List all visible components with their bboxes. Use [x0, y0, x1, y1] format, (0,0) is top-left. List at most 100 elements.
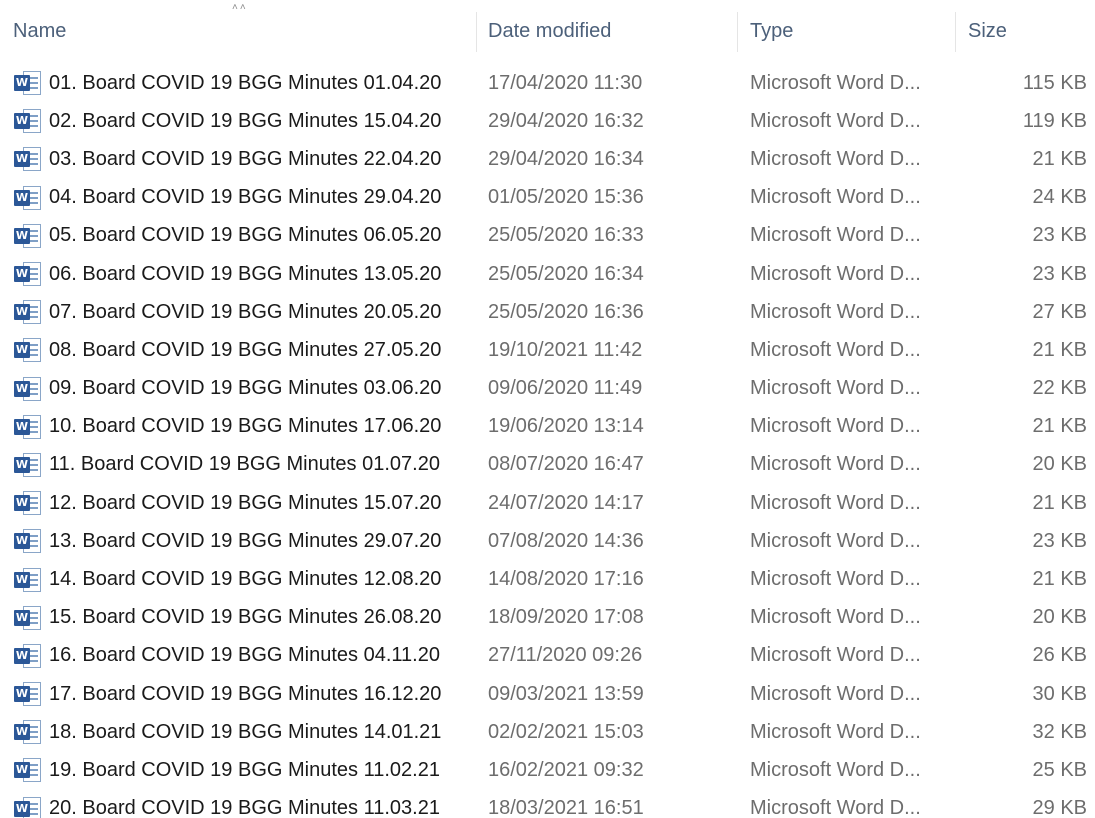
- column-header-size[interactable]: Size: [955, 0, 1095, 62]
- file-size: 115 KB: [1022, 71, 1087, 94]
- file-name-cell[interactable]: W 01. Board COVID 19 BGG Minutes 01.04.20: [13, 64, 473, 102]
- file-type: Microsoft Word D...: [750, 758, 921, 781]
- file-row[interactable]: W 13. Board COVID 19 BGG Minutes 29.07.20…: [0, 522, 1095, 560]
- file-type: Microsoft Word D...: [750, 491, 921, 514]
- file-type: Microsoft Word D...: [750, 568, 921, 591]
- word-document-icon: W: [13, 222, 43, 250]
- file-type: Microsoft Word D...: [750, 147, 921, 170]
- word-document-icon: W: [13, 566, 43, 594]
- word-document-icon: W: [13, 107, 43, 135]
- file-date-modified: 19/10/2021 11:42: [488, 338, 643, 361]
- file-date-modified: 24/07/2020 14:17: [488, 491, 644, 514]
- file-row[interactable]: W 11. Board COVID 19 BGG Minutes 01.07.20…: [0, 446, 1095, 484]
- file-row[interactable]: W 12. Board COVID 19 BGG Minutes 15.07.20…: [0, 484, 1095, 522]
- file-name-cell[interactable]: W 18. Board COVID 19 BGG Minutes 14.01.21: [13, 713, 473, 751]
- file-row[interactable]: W 17. Board COVID 19 BGG Minutes 16.12.20…: [0, 675, 1095, 713]
- file-name-cell[interactable]: W 17. Board COVID 19 BGG Minutes 16.12.20: [13, 675, 473, 713]
- file-date-modified: 17/04/2020 11:30: [488, 71, 643, 94]
- word-document-icon: W: [13, 718, 43, 746]
- file-row[interactable]: W 08. Board COVID 19 BGG Minutes 27.05.20…: [0, 331, 1095, 369]
- file-name-cell[interactable]: W 11. Board COVID 19 BGG Minutes 01.07.20: [13, 446, 473, 484]
- file-row[interactable]: W 01. Board COVID 19 BGG Minutes 01.04.20…: [0, 64, 1095, 102]
- file-name: 04. Board COVID 19 BGG Minutes 29.04.20: [49, 186, 442, 209]
- file-size: 23 KB: [1032, 262, 1087, 285]
- file-name-cell[interactable]: W 04. Board COVID 19 BGG Minutes 29.04.20: [13, 179, 473, 217]
- file-row[interactable]: W 04. Board COVID 19 BGG Minutes 29.04.20…: [0, 179, 1095, 217]
- file-type: Microsoft Word D...: [750, 453, 921, 476]
- file-name-cell[interactable]: W 10. Board COVID 19 BGG Minutes 17.06.20: [13, 408, 473, 446]
- file-row[interactable]: W 07. Board COVID 19 BGG Minutes 20.05.20…: [0, 293, 1095, 331]
- file-row[interactable]: W 18. Board COVID 19 BGG Minutes 14.01.21…: [0, 713, 1095, 751]
- file-type: Microsoft Word D...: [750, 644, 921, 667]
- file-name: 13. Board COVID 19 BGG Minutes 29.07.20: [49, 529, 442, 552]
- file-row[interactable]: W 15. Board COVID 19 BGG Minutes 26.08.20…: [0, 599, 1095, 637]
- file-name: 15. Board COVID 19 BGG Minutes 26.08.20: [49, 606, 442, 629]
- file-row[interactable]: W 03. Board COVID 19 BGG Minutes 22.04.20…: [0, 140, 1095, 178]
- word-document-icon: W: [13, 375, 43, 403]
- file-row[interactable]: W 16. Board COVID 19 BGG Minutes 04.11.20…: [0, 637, 1095, 675]
- file-row[interactable]: W 14. Board COVID 19 BGG Minutes 12.08.20…: [0, 560, 1095, 598]
- column-header-name[interactable]: Name: [0, 0, 476, 62]
- file-date-modified: 29/04/2020 16:34: [488, 147, 644, 170]
- file-name: 05. Board COVID 19 BGG Minutes 06.05.20: [49, 224, 442, 247]
- file-name-cell[interactable]: W 05. Board COVID 19 BGG Minutes 06.05.20: [13, 217, 473, 255]
- file-size: 24 KB: [1032, 186, 1087, 209]
- file-size: 30 KB: [1032, 682, 1087, 705]
- file-size: 23 KB: [1032, 529, 1087, 552]
- file-size: 21 KB: [1032, 568, 1087, 591]
- file-size: 20 KB: [1032, 606, 1087, 629]
- file-name: 16. Board COVID 19 BGG Minutes 04.11.20: [49, 644, 440, 667]
- file-name-cell[interactable]: W 12. Board COVID 19 BGG Minutes 15.07.20: [13, 484, 473, 522]
- file-name-cell[interactable]: W 20. Board COVID 19 BGG Minutes 11.03.21: [13, 790, 473, 818]
- file-name: 11. Board COVID 19 BGG Minutes 01.07.20: [49, 453, 440, 476]
- file-name: 09. Board COVID 19 BGG Minutes 03.06.20: [49, 377, 442, 400]
- file-size: 21 KB: [1032, 491, 1087, 514]
- file-type: Microsoft Word D...: [750, 529, 921, 552]
- file-name: 01. Board COVID 19 BGG Minutes 01.04.20: [49, 71, 442, 94]
- file-type: Microsoft Word D...: [750, 109, 921, 132]
- file-name-cell[interactable]: W 08. Board COVID 19 BGG Minutes 27.05.20: [13, 331, 473, 369]
- column-header-date-modified[interactable]: Date modified: [476, 0, 737, 62]
- file-type: Microsoft Word D...: [750, 682, 921, 705]
- file-row[interactable]: W 02. Board COVID 19 BGG Minutes 15.04.20…: [0, 102, 1095, 140]
- file-date-modified: 18/03/2021 16:51: [488, 797, 644, 818]
- file-name: 17. Board COVID 19 BGG Minutes 16.12.20: [49, 682, 442, 705]
- file-row[interactable]: W 19. Board COVID 19 BGG Minutes 11.02.21…: [0, 751, 1095, 789]
- file-size: 26 KB: [1032, 644, 1087, 667]
- file-date-modified: 02/02/2021 15:03: [488, 720, 644, 743]
- file-size: 27 KB: [1032, 300, 1087, 323]
- file-size: 32 KB: [1032, 720, 1087, 743]
- file-name-cell[interactable]: W 15. Board COVID 19 BGG Minutes 26.08.20: [13, 599, 473, 637]
- file-name-cell[interactable]: W 19. Board COVID 19 BGG Minutes 11.02.21: [13, 751, 473, 789]
- file-name-cell[interactable]: W 13. Board COVID 19 BGG Minutes 29.07.20: [13, 522, 473, 560]
- file-row[interactable]: W 09. Board COVID 19 BGG Minutes 03.06.20…: [0, 370, 1095, 408]
- file-name: 18. Board COVID 19 BGG Minutes 14.01.21: [49, 720, 442, 743]
- word-document-icon: W: [13, 336, 43, 364]
- column-header-type[interactable]: Type: [737, 0, 955, 62]
- word-document-icon: W: [13, 642, 43, 670]
- file-type: Microsoft Word D...: [750, 262, 921, 285]
- file-name-cell[interactable]: W 14. Board COVID 19 BGG Minutes 12.08.20: [13, 560, 473, 598]
- file-date-modified: 14/08/2020 17:16: [488, 568, 644, 591]
- file-type: Microsoft Word D...: [750, 338, 921, 361]
- file-type: Microsoft Word D...: [750, 720, 921, 743]
- file-date-modified: 25/05/2020 16:34: [488, 262, 644, 285]
- file-size: 23 KB: [1032, 224, 1087, 247]
- word-document-icon: W: [13, 260, 43, 288]
- file-name-cell[interactable]: W 07. Board COVID 19 BGG Minutes 20.05.20: [13, 293, 473, 331]
- file-row[interactable]: W 06. Board COVID 19 BGG Minutes 13.05.20…: [0, 255, 1095, 293]
- file-row[interactable]: W 10. Board COVID 19 BGG Minutes 17.06.20…: [0, 408, 1095, 446]
- file-size: 21 KB: [1032, 338, 1087, 361]
- file-name-cell[interactable]: W 02. Board COVID 19 BGG Minutes 15.04.20: [13, 102, 473, 140]
- file-size: 119 KB: [1022, 109, 1087, 132]
- file-date-modified: 27/11/2020 09:26: [488, 644, 643, 667]
- file-name-cell[interactable]: W 06. Board COVID 19 BGG Minutes 13.05.20: [13, 255, 473, 293]
- file-name-cell[interactable]: W 03. Board COVID 19 BGG Minutes 22.04.20: [13, 140, 473, 178]
- file-name-cell[interactable]: W 16. Board COVID 19 BGG Minutes 04.11.20: [13, 637, 473, 675]
- file-row[interactable]: W 05. Board COVID 19 BGG Minutes 06.05.20…: [0, 217, 1095, 255]
- file-row[interactable]: W 20. Board COVID 19 BGG Minutes 11.03.21…: [0, 790, 1095, 818]
- file-type: Microsoft Word D...: [750, 224, 921, 247]
- word-document-icon: W: [13, 604, 43, 632]
- word-document-icon: W: [13, 69, 43, 97]
- file-name-cell[interactable]: W 09. Board COVID 19 BGG Minutes 03.06.20: [13, 370, 473, 408]
